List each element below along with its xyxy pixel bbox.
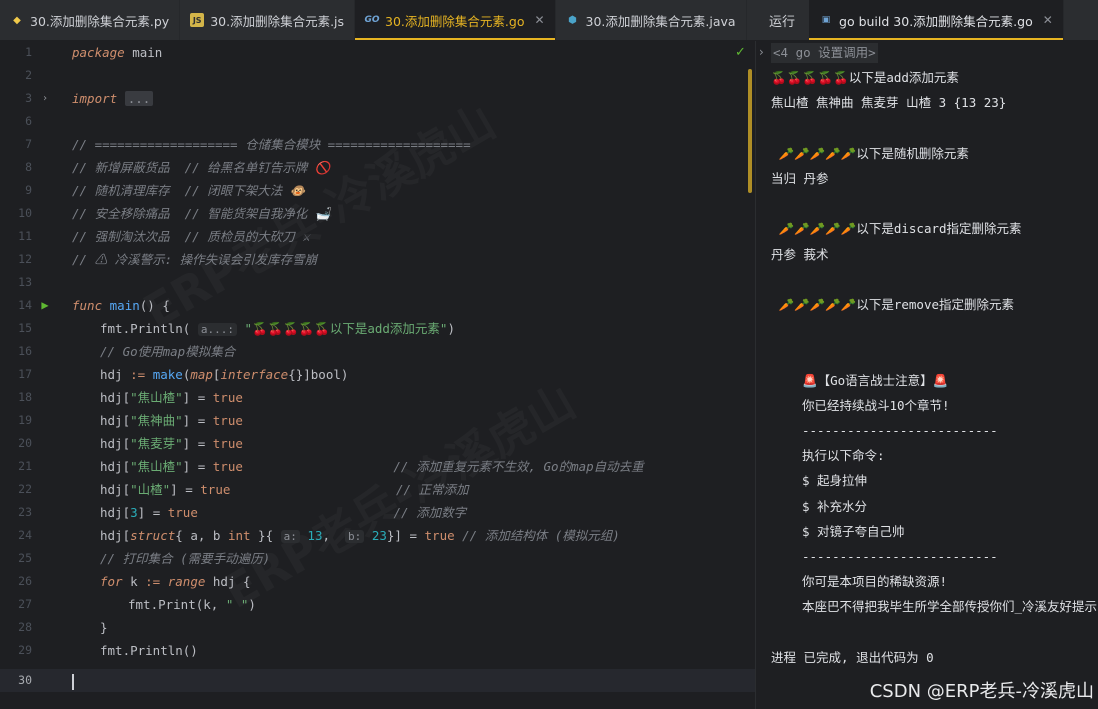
code-line: 6 (25, 114, 32, 128)
console-exit-status: 进程 已完成, 退出代码为 0 (771, 650, 934, 665)
console-line: 执行以下命令: (802, 448, 885, 463)
console-line: $ 补充水分 (802, 499, 868, 514)
editor-tab-bar: ◆ 30.添加删除集合元素.py JS 30.添加删除集合元素.js GO 30… (0, 0, 777, 41)
tab-label: 30.添加删除集合元素.js (210, 13, 345, 29)
console-line: 🍒🍒🍒🍒🍒以下是add添加元素 (771, 70, 959, 85)
code-line: 3 › import ... (0, 87, 755, 110)
code-line: 15 fmt.Println( a...: "🍒🍒🍒🍒🍒以下是add添加元素") (18, 321, 455, 336)
code-line: 17 hdj := make(map[interface{}]bool) (18, 367, 349, 382)
code-line-current: 30 (0, 669, 755, 692)
folded-imports[interactable]: ... (124, 91, 154, 106)
console-line: 丹参 莪术 (771, 247, 829, 262)
code-line: 14 ▶ func main() { (0, 294, 755, 317)
param-hint: a...: (197, 323, 237, 336)
code-line: 2 (25, 68, 32, 82)
code-line: 28} (18, 620, 108, 635)
code-line: 7// =================== 仓储集合模块 =========… (25, 137, 471, 152)
scrollbar-thumb[interactable] (748, 69, 752, 193)
tab-run-config[interactable]: ▣ go build 30.添加删除集合元素.go ✕ (809, 0, 1064, 40)
tab-label: 30.添加删除集合元素.java (585, 13, 736, 29)
console-line: -------------------------- (802, 423, 998, 438)
console-line: 你可是本项目的稀缺资源! (802, 574, 948, 589)
go-icon: GO (364, 15, 380, 25)
tab-java-file[interactable]: ⬢ 30.添加删除集合元素.java (556, 0, 747, 40)
console-line: $ 起身拉伸 (802, 473, 868, 488)
js-icon: JS (190, 13, 205, 27)
console-line: 🥕🥕🥕🥕🥕以下是remove指定删除元素 (771, 297, 1014, 312)
code-line: 26 for k := range hdj { (18, 574, 251, 589)
code-line: 9// 随机清理库存 // 闭眼下架大法 🐵 (25, 183, 306, 198)
code-line: 8// 新增屏蔽货品 // 给黑名单钉告示牌 🚫 (25, 160, 331, 175)
code-line: 27 fmt.Print(k, " ") (18, 597, 256, 612)
close-icon[interactable]: ✕ (1043, 13, 1053, 27)
console-line: 焦山楂 焦神曲 焦麦芽 山楂 3 {13 23} (771, 95, 1007, 110)
tab-label: go build 30.添加删除集合元素.go (839, 13, 1033, 29)
run-tab-bar: 运行 ▣ go build 30.添加删除集合元素.go ✕ (755, 0, 1098, 41)
code-line: 25// 打印集合 (需要手动遍历) (18, 551, 271, 566)
tab-js-file[interactable]: JS 30.添加删除集合元素.js (180, 0, 356, 40)
code-line: 29 fmt.Println() (18, 643, 198, 658)
close-icon[interactable]: ✕ (534, 13, 544, 27)
run-config-icon: ▣ (821, 15, 831, 25)
tab-label: 30.添加删除集合元素.go (385, 13, 525, 29)
chevron-right-icon[interactable]: › (759, 45, 764, 59)
fold-chevron-icon[interactable]: › (38, 87, 52, 110)
console-header: <4 go 设置调用> (771, 43, 878, 63)
code-line: 10// 安全移除痛品 // 智能货架自我净化 🛁 (18, 206, 331, 221)
csdn-watermark: CSDN @ERP老兵-冷溪虎山 (869, 681, 1094, 702)
tab-py-file[interactable]: ◆ 30.添加删除集合元素.py (0, 0, 181, 40)
code-line: 18 hdj["焦山楂"] = true (18, 390, 243, 405)
console-line: 🚨【Go语言战士注意】🚨 (802, 373, 949, 388)
console-line: 你已经持续战斗10个章节! (802, 398, 950, 413)
code-line: 1 package main (25, 45, 163, 60)
java-icon: ⬢ (568, 14, 577, 26)
code-line: 20 hdj["焦麦芽"] = true (18, 436, 243, 451)
console-line: 当归 丹参 (771, 171, 829, 186)
code-line: 21 hdj["焦山楂"] = true // 添加重复元素不生效, Go的map… (18, 459, 644, 474)
code-line: 23 hdj[3] = true // 添加数字 (18, 505, 467, 520)
console-line: -------------------------- (802, 549, 998, 564)
tab-label: 30.添加删除集合元素.py (30, 13, 170, 29)
code-line: 13 (18, 275, 32, 289)
checkmark-icon: ✓ (735, 45, 746, 60)
console-line: 本座巴不得把我毕生所学全部传授你们_冷溪友好提示 (802, 599, 1098, 614)
code-editor[interactable]: ERP老兵-冷溪虎山 ERP老兵-冷溪虎山 1package main 2 3›… (0, 41, 755, 709)
console-line: 🥕🥕🥕🥕🥕以下是discard指定删除元素 (771, 221, 1022, 236)
run-icon[interactable]: ▶ (38, 294, 52, 317)
tab-go-file[interactable]: GO 30.添加删除集合元素.go ✕ (355, 0, 556, 40)
code-line: 12// ⚠ 冷溪警示: 操作失误会引发库存雪崩 (18, 252, 318, 267)
code-line: 11// 强制淘汰次品 // 质检员的大砍刀 ⚔ (18, 229, 310, 244)
console-line: $ 对镜子夸自己帅 (802, 524, 905, 539)
code-line: 19 hdj["焦神曲"] = true (18, 413, 243, 428)
code-line: 24 hdj[struct{ a, b int }{ a: 13, b: 23}]… (18, 528, 620, 543)
python-icon: ◆ (13, 14, 21, 26)
run-panel-title: 运行 (769, 14, 796, 30)
code-line: 22 hdj["山楂"] = true // 正常添加 (18, 482, 469, 497)
console-line: 🥕🥕🥕🥕🥕以下是随机删除元素 (771, 146, 969, 161)
run-console[interactable]: › <4 go 设置调用> 🍒🍒🍒🍒🍒以下是add添加元素 焦山楂 焦神曲 焦麦… (755, 41, 1098, 709)
text-caret (72, 673, 74, 690)
code-line: 16// Go使用map模拟集合 (18, 344, 236, 359)
